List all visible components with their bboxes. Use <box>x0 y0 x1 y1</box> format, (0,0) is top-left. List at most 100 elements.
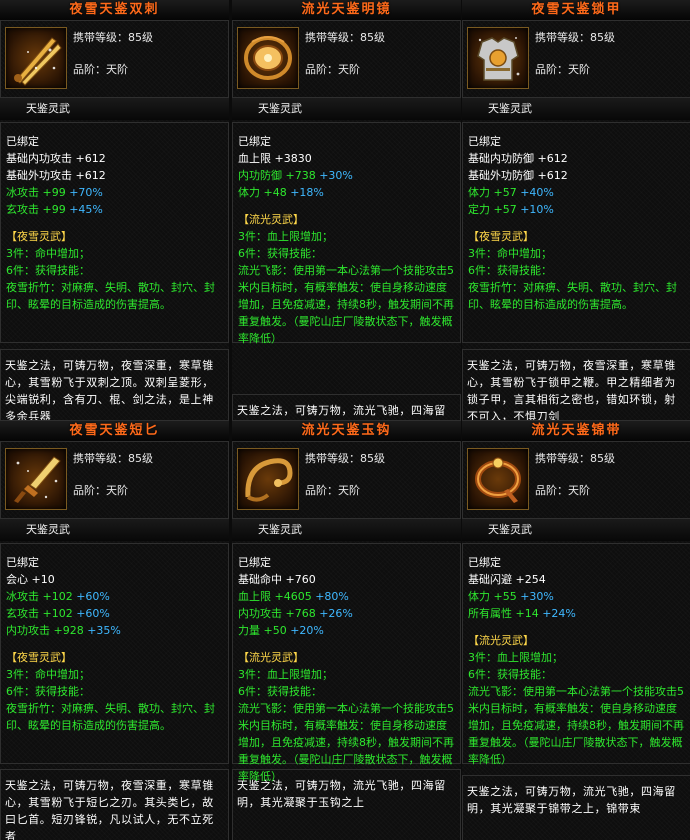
stat-label: 基础内功防御 <box>468 152 538 165</box>
carry-level: 携带等级：85级 <box>535 31 615 44</box>
mirror-icon <box>237 27 299 89</box>
stat-label: 内功攻击 <box>6 624 54 637</box>
item-header: 携带等级：85级 品阶：天阶 <box>232 20 461 98</box>
stat-label: 基础外功防御 <box>468 169 538 182</box>
bound-status: 已绑定 <box>468 556 501 569</box>
stat-line: 会心 +10 <box>6 571 225 588</box>
stat-line: 体力 +57 +40% <box>468 184 687 201</box>
bound-status: 已绑定 <box>238 135 271 148</box>
dagger-icon <box>5 448 67 510</box>
stat-label: 力量 <box>238 624 264 637</box>
item-name: 夜雪天鉴短匕 <box>0 421 229 441</box>
stat-base: +760 <box>285 573 316 586</box>
carry-level: 携带等级：85级 <box>73 452 153 465</box>
carry-level: 携带等级：85级 <box>73 31 153 44</box>
stat-base: +612 <box>75 169 106 182</box>
item-grade: 品阶：天阶 <box>535 63 590 76</box>
stat-base: +48 <box>263 186 287 199</box>
item-description: 天鉴之法，可铸万物，夜雪深重，寒草锥心，其雪粉飞于双刺之顶。双刺呈菱形，尖端锐利… <box>0 349 229 421</box>
stat-base: +612 <box>75 152 106 165</box>
stat-bonus: +70% <box>65 186 103 199</box>
item-attributes: 已绑定 会心 +10 冰攻击 +102 +60% 玄攻击 +102 +60% 内功攻击 … <box>0 543 229 764</box>
item-description: 天鉴之法，可铸万物，夜雪深重，寒草锥心，其雪粉飞于短匕之刃。其头类匕，故曰匕首。… <box>0 769 229 840</box>
set-bonus: 6件：获得技能： <box>238 247 322 260</box>
stat-label: 血上限 <box>238 152 275 165</box>
item-category: 天鉴灵武 <box>258 523 302 536</box>
item-name: 流光天鉴玉钩 <box>232 421 461 441</box>
stat-label: 玄攻击 <box>6 607 43 620</box>
stat-bonus: +10% <box>516 203 554 216</box>
stat-base: +102 <box>42 607 73 620</box>
set-bonus: 6件：获得技能： <box>468 264 552 277</box>
item-description: 天鉴之法，可铸万物，流光飞驰，四海留明，其光凝聚于锦带之上，锦带束 <box>462 775 690 840</box>
stat-label: 基础闪避 <box>468 573 516 586</box>
item-name: 流光天鉴明镜 <box>232 0 461 20</box>
stat-base: +99 <box>42 186 66 199</box>
bound-status: 已绑定 <box>238 556 271 569</box>
item-category-bar: 天鉴灵武 <box>0 98 229 120</box>
stat-line: 定力 +57 +10% <box>468 201 687 218</box>
stat-label: 体力 <box>468 590 494 603</box>
stat-bonus: +30% <box>516 590 554 603</box>
item-name: 流光天鉴锦带 <box>462 421 690 441</box>
stat-base: +14 <box>515 607 539 620</box>
item-tooltip-panel: 夜雪天鉴锁甲 携带等级：85级 品阶：天阶 天鉴灵武 已绑定 基础内功防御 +612 基础… <box>462 0 690 421</box>
stat-bonus: +35% <box>83 624 121 637</box>
item-tooltip-panel: 流光天鉴玉钩 携带等级：85级 品阶：天阶 天鉴灵武 已绑定 基础命中 +760 血上限 … <box>232 421 461 840</box>
set-bonus: 6件：获得技能： <box>238 685 322 698</box>
stat-line: 基础外功防御 +612 <box>468 167 687 184</box>
stat-base: +57 <box>493 203 517 216</box>
carry-level: 携带等级：85级 <box>305 31 385 44</box>
item-header: 携带等级：85级 品阶：天阶 <box>462 20 690 98</box>
set-name: 【夜雪灵武】 <box>6 651 72 664</box>
stat-base: +3830 <box>274 152 312 165</box>
stat-base: +55 <box>493 590 517 603</box>
stat-line: 内功防御 +738 +30% <box>238 167 457 184</box>
stat-line: 血上限 +4605 +80% <box>238 588 457 605</box>
set-bonus: 3件：命中增加； <box>468 247 552 260</box>
item-category: 天鉴灵武 <box>488 102 532 115</box>
stat-line: 冰攻击 +102 +60% <box>6 588 225 605</box>
set-name: 【夜雪灵武】 <box>468 230 534 243</box>
stat-label: 玄攻击 <box>6 203 43 216</box>
stat-label: 基础外功攻击 <box>6 169 76 182</box>
stat-label: 内功攻击 <box>238 607 286 620</box>
item-header: 携带等级：85级 品阶：天阶 <box>462 441 690 519</box>
item-description: 天鉴之法，可铸万物，流光飞驰，四海留明，其光凝聚于明镜之上，有光可鉴 <box>232 394 461 421</box>
bound-status: 已绑定 <box>6 556 39 569</box>
item-name: 夜雪天鉴锁甲 <box>462 0 690 20</box>
stat-line: 基础内功攻击 +612 <box>6 150 225 167</box>
item-category-bar: 天鉴灵武 <box>232 98 461 120</box>
stat-label: 会心 <box>6 573 32 586</box>
set-name: 【流光灵武】 <box>238 651 304 664</box>
item-header: 携带等级：85级 品阶：天阶 <box>0 441 229 519</box>
stat-bonus: +18% <box>286 186 324 199</box>
item-attributes: 已绑定 基础内功防御 +612 基础外功防御 +612 体力 +57 +40% 定力 +… <box>462 122 690 343</box>
twin-daggers-icon <box>5 27 67 89</box>
stat-label: 血上限 <box>238 590 275 603</box>
skill-text: 夜雪折竹：对麻痹、失明、散功、封穴、封印、眩晕的目标造成的伤害提高。 <box>468 281 677 311</box>
item-grade: 品阶：天阶 <box>73 63 128 76</box>
carry-level: 携带等级：85级 <box>535 452 615 465</box>
item-attributes: 已绑定 基础闪避 +254 体力 +55 +30% 所有属性 +14 +24% 【流光灵… <box>462 543 690 766</box>
stat-label: 定力 <box>468 203 494 216</box>
stat-base: +4605 <box>274 590 312 603</box>
skill-text: 流光飞影：使用第一本心法第一个技能攻击5米内目标时，有概率触发：使自身移动速度增… <box>468 685 684 766</box>
stat-bonus: +45% <box>65 203 103 216</box>
item-attributes: 已绑定 基础内功攻击 +612 基础外功攻击 +612 冰攻击 +99 +70% 玄攻击… <box>0 122 229 343</box>
stat-base: +57 <box>493 186 517 199</box>
stat-label: 冰攻击 <box>6 590 43 603</box>
stat-bonus: +60% <box>72 590 110 603</box>
stat-line: 血上限 +3830 <box>238 150 457 167</box>
set-name: 【流光灵武】 <box>238 213 304 226</box>
item-grade: 品阶：天阶 <box>73 484 128 497</box>
item-grade: 品阶：天阶 <box>305 63 360 76</box>
set-bonus: 6件：获得技能： <box>6 685 90 698</box>
stat-label: 所有属性 <box>468 607 516 620</box>
stat-bonus: +26% <box>315 607 353 620</box>
item-category: 天鉴灵武 <box>258 102 302 115</box>
stat-base: +50 <box>263 624 287 637</box>
set-bonus: 3件：血上限增加； <box>238 668 333 681</box>
stat-base: +10 <box>31 573 55 586</box>
item-category-bar: 天鉴灵武 <box>462 519 690 541</box>
